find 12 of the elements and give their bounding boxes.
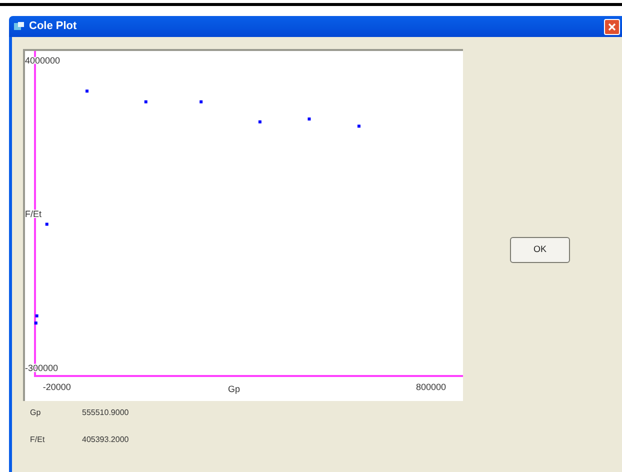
- app-icon: [13, 21, 25, 32]
- window-title: Cole Plot: [29, 19, 77, 34]
- readout-value: 555510.9000: [82, 407, 129, 419]
- x-tick-label: -20000: [42, 382, 71, 392]
- readout-label: Gp: [30, 407, 42, 419]
- x-axis-label: Gp: [228, 384, 240, 394]
- ok-button[interactable]: OK: [510, 237, 570, 263]
- close-icon: [608, 22, 616, 30]
- readout-value: 405393.2000: [82, 434, 129, 446]
- readout-label: F/Et: [30, 434, 46, 446]
- x-tick-label: 800000: [416, 382, 446, 392]
- close-button[interactable]: [604, 18, 620, 34]
